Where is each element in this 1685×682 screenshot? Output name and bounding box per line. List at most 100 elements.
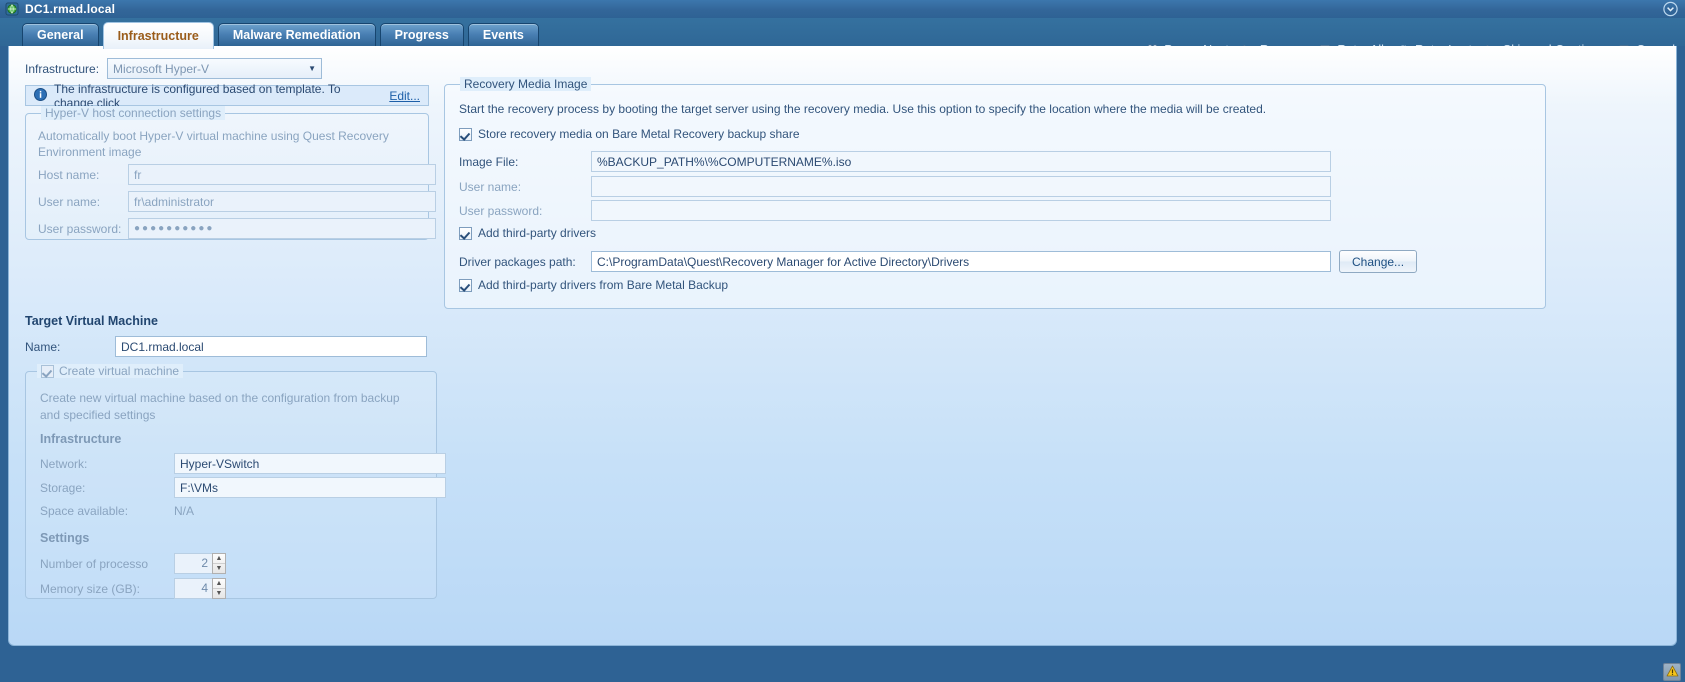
warning-triangle-icon — [1666, 665, 1679, 680]
media-user-password-field[interactable] — [591, 200, 1331, 221]
infrastructure-info-bar: The infrastructure is configured based o… — [25, 82, 429, 110]
create-vm-checkbox[interactable] — [41, 364, 54, 378]
tab-label: General — [37, 28, 84, 42]
create-vm-infrastructure-heading: Infrastructure — [40, 432, 122, 446]
image-file-row: Image File: — [459, 151, 1331, 172]
image-file-field[interactable] — [591, 151, 1331, 172]
tab-list: General Infrastructure Malware Remediati… — [22, 21, 543, 49]
media-user-name-row: User name: — [459, 176, 1331, 197]
server-globe-icon — [5, 2, 19, 16]
memory-stepper[interactable]: 4 ▲ ▼ — [174, 578, 226, 599]
group-caption-text: Hyper-V host connection settings — [41, 106, 226, 120]
host-user-name-field[interactable] — [128, 191, 436, 212]
stepper-up-icon[interactable]: ▲ — [213, 579, 225, 589]
change-driver-path-button[interactable]: Change... — [1339, 250, 1418, 273]
storage-row: Storage: — [40, 477, 446, 498]
store-media-label: Store recovery media on Bare Metal Recov… — [478, 127, 800, 141]
host-user-password-row: User password: ●●●●●●●●●● — [38, 218, 436, 239]
space-available-row: Space available: N/A — [40, 504, 194, 518]
tab-label: Progress — [394, 28, 449, 42]
client-area: Infrastructure: Microsoft Hyper-V ▼ The … — [0, 46, 1685, 662]
driver-path-row: Driver packages path: Change... — [459, 250, 1418, 273]
driver-path-field[interactable] — [591, 251, 1331, 272]
network-field[interactable] — [174, 453, 446, 474]
driver-path-label: Driver packages path: — [459, 254, 576, 269]
tab-general[interactable]: General — [22, 23, 99, 46]
edit-link[interactable]: Edit... — [389, 89, 420, 103]
storage-field[interactable] — [174, 477, 446, 498]
media-user-password-label: User password: — [459, 203, 543, 218]
stepper-down-icon[interactable]: ▼ — [213, 564, 225, 573]
chevron-down-circle-icon[interactable] — [1662, 1, 1679, 17]
processors-row: Number of processo 2 ▲ ▼ — [40, 553, 226, 574]
stepper-down-icon[interactable]: ▼ — [213, 589, 225, 598]
tab-malware-remediation[interactable]: Malware Remediation — [217, 23, 376, 46]
window-titlebar: DC1.rmad.local — [0, 0, 1685, 18]
image-file-label: Image File: — [459, 154, 519, 169]
infrastructure-selector-row: Infrastructure: Microsoft Hyper-V ▼ — [25, 58, 323, 79]
warning-status-button[interactable] — [1663, 663, 1681, 681]
create-virtual-machine-group: Create virtual machine Create new virtua… — [25, 364, 446, 599]
tab-progress[interactable]: Progress — [379, 23, 464, 46]
network-row: Network: — [40, 453, 446, 474]
target-vm-name-field[interactable] — [115, 336, 427, 357]
host-name-label: Host name: — [38, 167, 100, 182]
tabstrip: General Infrastructure Malware Remediati… — [0, 18, 1685, 57]
tab-infrastructure[interactable]: Infrastructure — [102, 22, 214, 49]
add-drivers-checkbox[interactable] — [459, 226, 472, 240]
memory-stepper-arrows[interactable]: ▲ ▼ — [212, 578, 226, 599]
recovery-media-caption: Recovery Media Image — [455, 77, 596, 91]
host-name-row: Host name: — [38, 164, 436, 185]
host-user-password-label: User password: — [38, 221, 122, 236]
create-vm-settings-heading: Settings — [40, 531, 90, 545]
memory-row: Memory size (GB): 4 ▲ ▼ — [40, 578, 226, 599]
space-available-value: N/A — [174, 504, 195, 518]
create-vm-caption-text: Create virtual machine — [59, 364, 180, 378]
tab-label: Malware Remediation — [232, 28, 361, 42]
infrastructure-page: Infrastructure: Microsoft Hyper-V ▼ The … — [8, 46, 1677, 646]
create-vm-description: Create new virtual machine based on the … — [40, 391, 400, 422]
host-user-name-row: User name: — [38, 191, 436, 212]
add-drivers-row[interactable]: Add third-party drivers — [459, 226, 596, 240]
tab-label: Infrastructure — [117, 29, 199, 43]
memory-value: 4 — [174, 578, 212, 599]
host-group-description: Automatically boot Hyper-V virtual machi… — [38, 129, 389, 159]
chevron-down-icon: ▼ — [308, 64, 316, 73]
tab-events[interactable]: Events — [467, 23, 539, 46]
add-drivers-bmb-label: Add third-party drivers from Bare Metal … — [478, 278, 729, 292]
infrastructure-dropdown-value: Microsoft Hyper-V — [113, 61, 210, 76]
tab-label: Events — [482, 28, 524, 42]
status-bar — [0, 662, 1685, 682]
store-media-row[interactable]: Store recovery media on Bare Metal Recov… — [459, 127, 800, 141]
target-vm-name-row: Name: — [25, 336, 427, 357]
processors-stepper[interactable]: 2 ▲ ▼ — [174, 553, 226, 574]
add-drivers-bmb-checkbox[interactable] — [459, 278, 472, 292]
processors-stepper-arrows[interactable]: ▲ ▼ — [212, 553, 226, 574]
media-user-password-row: User password: — [459, 200, 1331, 221]
host-user-password-field[interactable]: ●●●●●●●●●● — [128, 218, 436, 239]
host-name-field[interactable] — [128, 164, 436, 185]
recovery-media-description: Start the recovery process by booting th… — [459, 102, 1267, 116]
group-caption: Hyper-V host connection settings — [36, 106, 230, 120]
stepper-up-icon[interactable]: ▲ — [213, 554, 225, 564]
storage-label: Storage: — [40, 480, 86, 495]
target-vm-name-label: Name: — [25, 339, 61, 354]
infrastructure-label: Infrastructure: — [25, 61, 100, 76]
window-title: DC1.rmad.local — [25, 2, 116, 16]
recovery-media-caption-text: Recovery Media Image — [460, 77, 592, 91]
add-drivers-label: Add third-party drivers — [478, 226, 597, 240]
processors-value: 2 — [174, 553, 212, 574]
store-media-checkbox[interactable] — [459, 127, 472, 141]
target-vm-heading: Target Virtual Machine — [25, 314, 158, 328]
media-user-name-field[interactable] — [591, 176, 1331, 197]
info-icon — [34, 87, 47, 104]
hyperv-host-connection-group: Hyper-V host connection settings Automat… — [25, 106, 436, 240]
host-user-name-label: User name: — [38, 194, 101, 209]
processors-label: Number of processo — [40, 556, 149, 571]
add-drivers-bmb-row[interactable]: Add third-party drivers from Bare Metal … — [459, 278, 728, 292]
network-label: Network: — [40, 456, 88, 471]
media-user-name-label: User name: — [459, 179, 522, 194]
infrastructure-dropdown[interactable]: Microsoft Hyper-V ▼ — [107, 58, 323, 79]
space-available-label: Space available: — [40, 504, 129, 518]
memory-label: Memory size (GB): — [40, 581, 141, 596]
